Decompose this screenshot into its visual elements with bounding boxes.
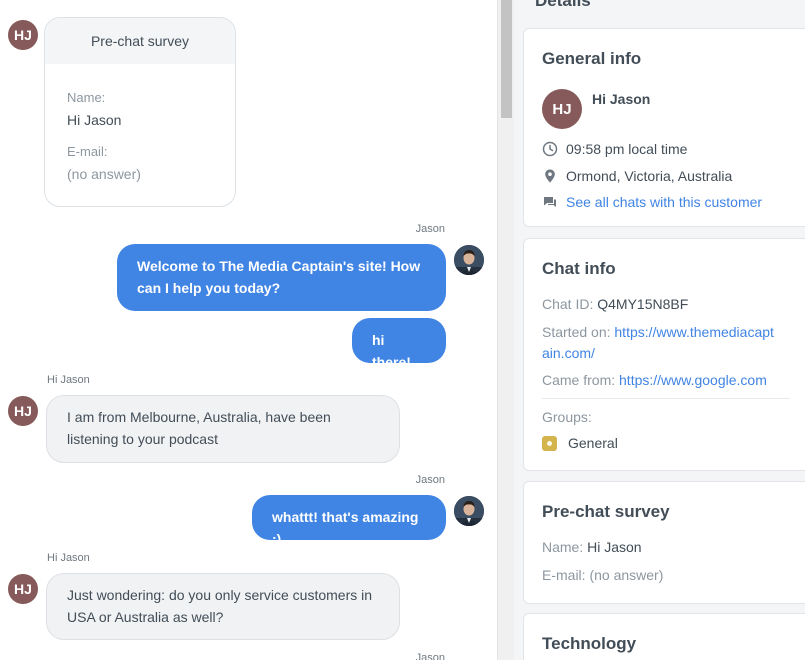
- agent-message-bubble: whattt! that's amazing :): [252, 495, 446, 547]
- groups-label: Groups:: [542, 409, 592, 425]
- message-line: Welcome to The Media Captain's site! How: [137, 258, 421, 274]
- message-line: hi there!: [372, 332, 411, 370]
- pre-chat-survey-title: Pre-chat survey: [542, 502, 670, 521]
- chat-bubble-icon: [542, 194, 558, 210]
- groups-label-text: Groups:: [542, 409, 592, 425]
- customer-name: Hi Jason: [592, 91, 651, 107]
- visitor-message-bubble: Just wondering: do you only service cust…: [46, 573, 400, 640]
- pre-chat-survey-details-card: Pre-chat survey Name: Hi Jason E-mail: (…: [523, 481, 805, 604]
- message-sender: Hi Jason: [47, 374, 90, 386]
- message-line: whattt! that's amazing :): [272, 509, 419, 547]
- pre-chat-survey-card: Pre-chat survey Name: Hi Jason E-mail: (…: [44, 17, 236, 207]
- started-on-link[interactable]: https://www.themediacapt: [614, 324, 774, 340]
- agent-message-bubble: hi there!: [352, 318, 446, 370]
- survey-card-title: Pre-chat survey: [45, 18, 235, 64]
- visitor-avatar: HJ: [8, 20, 38, 50]
- visitor-avatar-initials: HJ: [14, 581, 32, 597]
- customer-avatar-initials: HJ: [552, 100, 572, 118]
- visitor-avatar: HJ: [8, 396, 38, 426]
- message-line: I am from Melbourne, Australia, have bee…: [67, 409, 331, 425]
- scrollbar-thumb[interactable]: [501, 0, 512, 118]
- chat-id-value: Q4MY15N8BF: [597, 296, 689, 312]
- survey-name-label: Name:: [542, 539, 584, 555]
- message-sender: Hi Jason: [47, 552, 90, 564]
- survey-name-row: Name: Hi Jason: [542, 539, 642, 555]
- group-name: General: [568, 435, 618, 451]
- started-on-label: Started on:: [542, 324, 611, 340]
- survey-email-label: E-mail:: [67, 144, 108, 159]
- started-on-row: Started on: https://www.themediacapt: [542, 324, 774, 340]
- agent-photo-icon: [454, 245, 484, 275]
- see-all-chats-link[interactable]: See all chats with this customer: [566, 194, 762, 210]
- survey-name-label: Name:: [67, 90, 106, 105]
- group-tag-icon: [542, 436, 557, 451]
- visitor-avatar: HJ: [8, 574, 38, 604]
- general-info-title: General info: [542, 49, 642, 68]
- survey-email-row: E-mail: (no answer): [542, 567, 663, 583]
- survey-email-value: (no answer): [67, 166, 141, 182]
- message-sender: Jason: [415, 474, 445, 486]
- chat-info-title: Chat info: [542, 259, 616, 278]
- chat-info-divider: [542, 398, 790, 399]
- customer-location: Ormond, Victoria, Australia: [566, 168, 733, 184]
- details-title: Details: [535, 0, 591, 10]
- agent-avatar: [454, 245, 484, 275]
- chat-info-card: Chat info Chat ID: Q4MY15N8BF Started on…: [523, 238, 805, 471]
- visitor-message-bubble: I am from Melbourne, Australia, have bee…: [46, 395, 400, 463]
- visitor-avatar-initials: HJ: [14, 27, 32, 43]
- came-from-label: Came from:: [542, 372, 616, 388]
- survey-name-value: Hi Jason: [587, 539, 642, 555]
- agent-photo-icon: [454, 496, 484, 526]
- technology-card: Technology: [523, 613, 805, 660]
- chat-scrollbar[interactable]: [497, 0, 514, 660]
- technology-title: Technology: [542, 634, 637, 653]
- came-from-row: Came from: https://www.google.com: [542, 372, 767, 388]
- agent-avatar: [454, 496, 484, 526]
- started-on-link-continued[interactable]: ain.com/: [542, 345, 595, 361]
- location-pin-icon: [542, 168, 558, 184]
- message-line: Just wondering: do you only service cust…: [67, 587, 373, 603]
- visitor-avatar-initials: HJ: [14, 403, 32, 419]
- chat-id-label: Chat ID:: [542, 296, 594, 312]
- survey-email-label: E-mail:: [542, 567, 586, 583]
- details-panel: Details General info HJ Hi Jason 09:58 p…: [514, 0, 805, 660]
- message-line: can I help you today?: [137, 280, 281, 296]
- local-time: 09:58 pm local time: [566, 141, 688, 157]
- survey-name-value: Hi Jason: [67, 112, 122, 128]
- clock-icon: [542, 141, 558, 157]
- came-from-link[interactable]: https://www.google.com: [619, 372, 767, 388]
- chat-id-row: Chat ID: Q4MY15N8BF: [542, 296, 688, 312]
- message-sender: Jason: [415, 652, 445, 660]
- customer-avatar: HJ: [542, 89, 582, 129]
- survey-email-value: (no answer): [589, 567, 664, 583]
- chat-transcript: HJ Pre-chat survey Name: Hi Jason E-mail…: [0, 0, 497, 660]
- message-line: USA or Australia as well?: [67, 609, 224, 625]
- message-sender: Jason: [415, 223, 445, 235]
- message-line: listening to your podcast: [67, 431, 218, 447]
- agent-message-bubble: Welcome to The Media Captain's site! How…: [117, 244, 446, 311]
- general-info-card: General info HJ Hi Jason 09:58 pm local …: [523, 28, 805, 227]
